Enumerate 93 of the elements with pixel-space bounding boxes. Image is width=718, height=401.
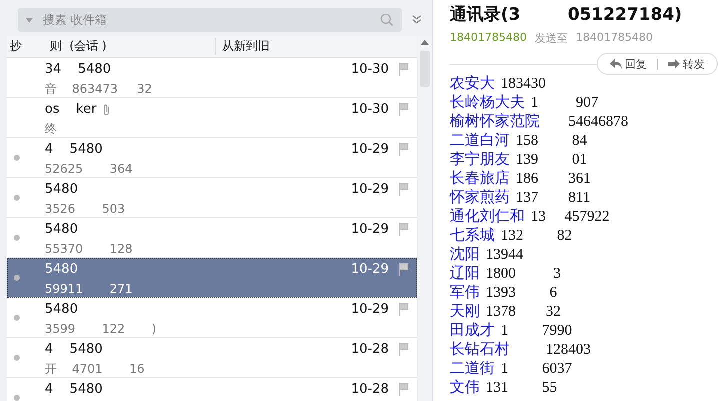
contact-name: 通化刘仁和 xyxy=(450,209,525,225)
search-icon[interactable] xyxy=(380,13,394,27)
contact-name: 长钻石村 xyxy=(450,342,510,358)
message-row[interactable]: 4 5480 10-28 xyxy=(7,378,417,401)
contact-name: 长岭杨大夫 xyxy=(450,95,525,111)
contact-number: 54646878 xyxy=(568,114,628,130)
contact-number: 139 01 xyxy=(516,152,588,168)
sender-text: 4 5480 xyxy=(44,142,103,157)
contact-number: 183430 xyxy=(501,76,546,92)
contact-name: 榆树怀家范院 xyxy=(450,114,540,130)
preview-text: 3526 503 xyxy=(44,202,126,216)
forward-button[interactable]: 转发 xyxy=(664,56,709,72)
sort-header[interactable]: 从新到旧 xyxy=(216,38,270,55)
contact-number: 132 82 xyxy=(501,228,572,244)
recipient-label: 发送至 xyxy=(534,31,568,46)
date-text: 10-30 xyxy=(351,62,389,77)
preview-text: 3599 122 ) xyxy=(44,322,157,336)
caret-icon[interactable] xyxy=(26,18,33,22)
contact-name: 二道白河 xyxy=(450,133,510,149)
flag-icon[interactable] xyxy=(399,143,409,156)
flag-icon[interactable] xyxy=(399,263,409,276)
date-text: 10-29 xyxy=(351,262,389,277)
sender-text: 4 5480 xyxy=(44,342,103,357)
contact-number: 1393 6 xyxy=(486,285,558,301)
forward-arrow-icon xyxy=(668,59,680,69)
search-field[interactable]: 搜素 收件箱 xyxy=(41,12,372,28)
message-row[interactable]: 4 5480 10-28 开 4701 16 xyxy=(7,338,417,378)
message-row[interactable]: 5480 10-29 59911 271 xyxy=(7,258,417,298)
contact-name: 文伟 xyxy=(450,380,480,396)
contact-number: 158 84 xyxy=(516,133,588,149)
flag-icon[interactable] xyxy=(399,63,409,76)
preview-text: 52625 364 xyxy=(44,162,133,176)
sender-text: 4 5480 xyxy=(44,382,103,397)
sender-text: 5480 xyxy=(44,182,78,197)
contact-name: 怀家煎药 xyxy=(450,190,510,206)
sender-text: 34 5480 xyxy=(44,62,112,77)
flag-icon[interactable] xyxy=(399,303,409,316)
scrollbar[interactable] xyxy=(418,36,432,401)
contact-name: 天刚 xyxy=(450,304,480,320)
contact-name: 军伟 xyxy=(450,285,480,301)
contact-name: 田成才 xyxy=(450,323,495,339)
contact-number: 1 907 xyxy=(531,95,598,111)
message-row[interactable]: os ker 10-30 终 xyxy=(7,98,417,138)
column-header[interactable]: 抄 xyxy=(7,38,50,55)
contact-number: 1800 3 xyxy=(486,266,561,282)
preview-text: 音 863473 32 xyxy=(44,82,152,96)
contact-number: 1378 32 xyxy=(486,304,561,320)
contact-number: 1 6037 xyxy=(501,361,572,377)
flag-icon[interactable] xyxy=(399,343,409,356)
flag-icon[interactable] xyxy=(399,183,409,196)
contact-number: 13944 xyxy=(486,247,524,263)
sender-text: os ker xyxy=(44,102,97,117)
contact-number: 131 55 xyxy=(486,380,558,396)
contact-name: 李宁朋友 xyxy=(450,152,510,168)
column-header[interactable]: 则 (会话 ) xyxy=(50,38,216,55)
contact-name: 沈阳 xyxy=(450,247,480,263)
contact-number: 186 361 xyxy=(516,171,591,187)
contact-number: 137 811 xyxy=(516,190,590,206)
contact-name: 长春旅店 xyxy=(450,171,510,187)
flag-icon[interactable] xyxy=(399,103,409,116)
sender-text: 5480 xyxy=(44,302,78,317)
contact-name: 七系城 xyxy=(450,228,495,244)
message-row[interactable]: 5480 10-29 3599 122 ) xyxy=(7,298,417,338)
contact-name: 辽阳 xyxy=(450,266,480,282)
scroll-up-icon[interactable] xyxy=(421,40,429,45)
double-chevron-icon[interactable] xyxy=(412,15,422,25)
flag-icon[interactable] xyxy=(399,223,409,236)
message-row[interactable]: 34 5480 10-30 音 863473 32 xyxy=(7,58,417,98)
preview-text: 55370 128 xyxy=(44,242,133,256)
preview-text: 59911 271 xyxy=(44,282,133,296)
contact-number: 128403 xyxy=(545,342,591,358)
date-text: 10-28 xyxy=(351,382,389,397)
message-row[interactable]: 5480 10-29 3526 503 xyxy=(7,178,417,218)
date-text: 10-29 xyxy=(351,142,389,157)
contact-number: 1 7990 xyxy=(501,323,572,339)
sender-text: 5480 xyxy=(44,222,78,237)
date-text: 10-29 xyxy=(351,222,389,237)
reply-arrow-icon xyxy=(610,59,622,69)
flag-icon[interactable] xyxy=(399,383,409,396)
contact-name: 农安大 xyxy=(450,76,495,92)
preview-text: 终 xyxy=(44,122,57,136)
contact-name: 二道街 xyxy=(450,361,495,377)
date-text: 10-29 xyxy=(351,182,389,197)
sender-text: 5480 xyxy=(44,262,78,277)
message-row[interactable]: 4 5480 10-29 52625 364 xyxy=(7,138,417,178)
search-bar[interactable]: 搜素 收件箱 xyxy=(18,8,402,32)
contact-number: 13 457922 xyxy=(531,209,610,225)
date-text: 10-29 xyxy=(351,302,389,317)
date-text: 10-30 xyxy=(351,102,389,117)
preview-text: 开 4701 16 xyxy=(44,362,145,376)
date-text: 10-28 xyxy=(351,342,389,357)
reply-button[interactable]: 回复 xyxy=(606,56,651,72)
mail-subject: 通讯录(3 051227184) xyxy=(450,4,684,27)
